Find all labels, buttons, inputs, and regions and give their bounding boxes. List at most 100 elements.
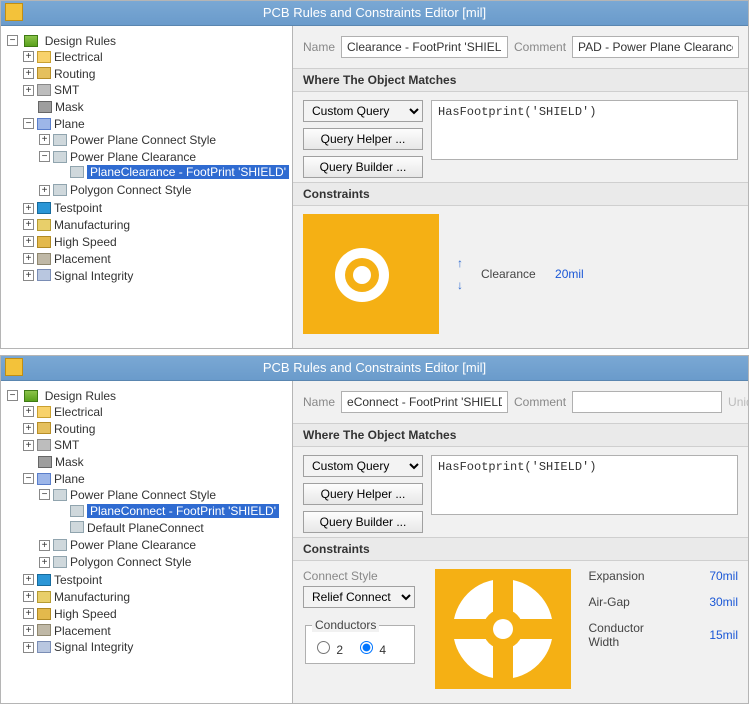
tree-signal-integrity[interactable]: Signal Integrity xyxy=(54,268,133,282)
tree-polygon-connect[interactable]: Polygon Connect Style xyxy=(70,183,191,197)
query-text-area[interactable]: HasFootprint('SHIELD') xyxy=(431,100,738,160)
tree-mask[interactable]: Mask xyxy=(55,100,84,114)
query-helper-button[interactable]: Query Helper ... xyxy=(303,128,423,150)
tree-manufacturing[interactable]: Manufacturing xyxy=(54,590,130,604)
tree-plane-connect-rule[interactable]: PlaneConnect - FootPrint 'SHIELD' xyxy=(87,504,279,518)
tree-high-speed[interactable]: High Speed xyxy=(54,607,117,621)
toggle-icon[interactable]: + xyxy=(23,68,34,79)
tree-pp-clearance[interactable]: Power Plane Clearance xyxy=(70,538,196,552)
toggle-icon[interactable]: + xyxy=(39,540,50,551)
toggle-icon[interactable]: + xyxy=(23,642,34,653)
tree-pp-connect-style[interactable]: Power Plane Connect Style xyxy=(70,488,216,502)
editor-panel-connect: PCB Rules and Constraints Editor [mil] −… xyxy=(0,355,749,704)
testpoint-icon xyxy=(37,574,51,586)
toggle-icon[interactable]: + xyxy=(23,574,34,585)
expansion-value[interactable]: 70mil xyxy=(709,569,738,583)
conductors-label: Conductors xyxy=(312,618,379,632)
rules-tree[interactable]: − Design Rules + Electrical + Routing + SMT… xyxy=(7,32,288,284)
toggle-icon[interactable]: + xyxy=(23,253,34,264)
rules-root-icon xyxy=(24,390,38,402)
name-label: Name xyxy=(303,395,335,409)
toggle-icon[interactable]: + xyxy=(39,185,50,196)
conductors-radio-2[interactable] xyxy=(317,641,330,654)
rule-icon xyxy=(70,166,84,178)
tree-root[interactable]: Design Rules xyxy=(45,389,116,403)
tree-plane-clearance-rule[interactable]: PlaneClearance - FootPrint 'SHIELD' xyxy=(87,165,289,179)
toggle-icon[interactable]: − xyxy=(7,35,18,46)
rule-name-input[interactable] xyxy=(341,391,508,413)
query-helper-button[interactable]: Query Helper ... xyxy=(303,483,423,505)
dialog-title: PCB Rules and Constraints Editor [mil] xyxy=(263,5,486,20)
toggle-icon[interactable]: + xyxy=(23,219,34,230)
title-bar: PCB Rules and Constraints Editor [mil] xyxy=(1,1,748,26)
tree-pp-clearance[interactable]: Power Plane Clearance xyxy=(70,150,196,164)
tree-polygon-connect[interactable]: Polygon Connect Style xyxy=(70,555,191,569)
electrical-icon xyxy=(37,51,51,63)
tree-signal-integrity[interactable]: Signal Integrity xyxy=(54,640,133,654)
conductors-group: Conductors 2 4 xyxy=(305,618,415,664)
tree-routing[interactable]: Routing xyxy=(54,421,95,435)
smt-icon xyxy=(37,439,51,451)
toggle-icon[interactable]: + xyxy=(39,557,50,568)
toggle-icon[interactable]: + xyxy=(23,625,34,636)
rule-name-input[interactable] xyxy=(341,36,508,58)
rule-comment-input[interactable] xyxy=(572,36,739,58)
electrical-icon xyxy=(37,406,51,418)
toggle-icon[interactable]: + xyxy=(23,423,34,434)
toggle-icon[interactable]: + xyxy=(23,608,34,619)
toggle-icon[interactable]: + xyxy=(23,236,34,247)
where-matches-header: Where The Object Matches xyxy=(293,68,748,92)
toggle-icon[interactable]: + xyxy=(23,203,34,214)
tree-placement[interactable]: Placement xyxy=(54,623,111,637)
toggle-icon[interactable]: + xyxy=(23,270,34,281)
tree-testpoint[interactable]: Testpoint xyxy=(54,573,102,587)
tree-pp-connect-style[interactable]: Power Plane Connect Style xyxy=(70,133,216,147)
rules-tree[interactable]: − Design Rules + Electrical + Routing + SMT… xyxy=(7,387,288,656)
tree-high-speed[interactable]: High Speed xyxy=(54,235,117,249)
high-speed-icon xyxy=(37,608,51,620)
editor-panel-clearance: PCB Rules and Constraints Editor [mil] −… xyxy=(0,0,749,349)
connect-style-select[interactable]: Relief Connect xyxy=(303,586,415,608)
placement-icon xyxy=(37,624,51,636)
toggle-icon[interactable]: − xyxy=(39,151,50,162)
toggle-icon[interactable]: − xyxy=(23,118,34,129)
title-bar: PCB Rules and Constraints Editor [mil] xyxy=(1,356,748,381)
tree-default-plane-connect[interactable]: Default PlaneConnect xyxy=(87,520,204,534)
query-builder-button[interactable]: Query Builder ... xyxy=(303,511,423,533)
clearance-label: Clearance xyxy=(481,267,536,281)
clearance-value[interactable]: 20mil xyxy=(555,267,584,281)
query-type-select[interactable]: Custom Query xyxy=(303,100,423,122)
tree-plane[interactable]: Plane xyxy=(54,472,85,486)
conductors-radio-4[interactable] xyxy=(360,641,373,654)
toggle-icon[interactable]: + xyxy=(23,51,34,62)
tree-routing[interactable]: Routing xyxy=(54,66,95,80)
tree-root[interactable]: Design Rules xyxy=(45,34,116,48)
air-gap-value[interactable]: 30mil xyxy=(709,595,738,609)
toggle-icon[interactable]: − xyxy=(39,489,50,500)
toggle-icon[interactable]: + xyxy=(23,440,34,451)
tree-manufacturing[interactable]: Manufacturing xyxy=(54,218,130,232)
conductors-opt-2[interactable]: 2 xyxy=(312,638,343,657)
tree-mask[interactable]: Mask xyxy=(55,455,84,469)
tree-electrical[interactable]: Electrical xyxy=(54,50,103,64)
tree-smt[interactable]: SMT xyxy=(54,438,79,452)
tree-plane[interactable]: Plane xyxy=(54,117,85,131)
toggle-icon[interactable]: + xyxy=(39,134,50,145)
toggle-icon[interactable]: − xyxy=(7,390,18,401)
query-type-select[interactable]: Custom Query xyxy=(303,455,423,477)
toggle-icon[interactable]: + xyxy=(23,406,34,417)
tree-placement[interactable]: Placement xyxy=(54,252,111,266)
rule-comment-input[interactable] xyxy=(572,391,722,413)
tree-electrical[interactable]: Electrical xyxy=(54,405,103,419)
toggle-icon[interactable]: + xyxy=(23,85,34,96)
conductors-opt-4[interactable]: 4 xyxy=(355,638,386,657)
tree-testpoint[interactable]: Testpoint xyxy=(54,201,102,215)
conductor-width-value[interactable]: 15mil xyxy=(709,628,738,642)
toggle-icon[interactable]: + xyxy=(23,591,34,602)
query-text-area[interactable]: HasFootprint('SHIELD') xyxy=(431,455,738,515)
query-builder-button[interactable]: Query Builder ... xyxy=(303,156,423,178)
tree-smt[interactable]: SMT xyxy=(54,83,79,97)
name-label: Name xyxy=(303,40,335,54)
rule-editor-pane: Name Comment Where The Object Matches Cu… xyxy=(293,26,748,348)
toggle-icon[interactable]: − xyxy=(23,473,34,484)
